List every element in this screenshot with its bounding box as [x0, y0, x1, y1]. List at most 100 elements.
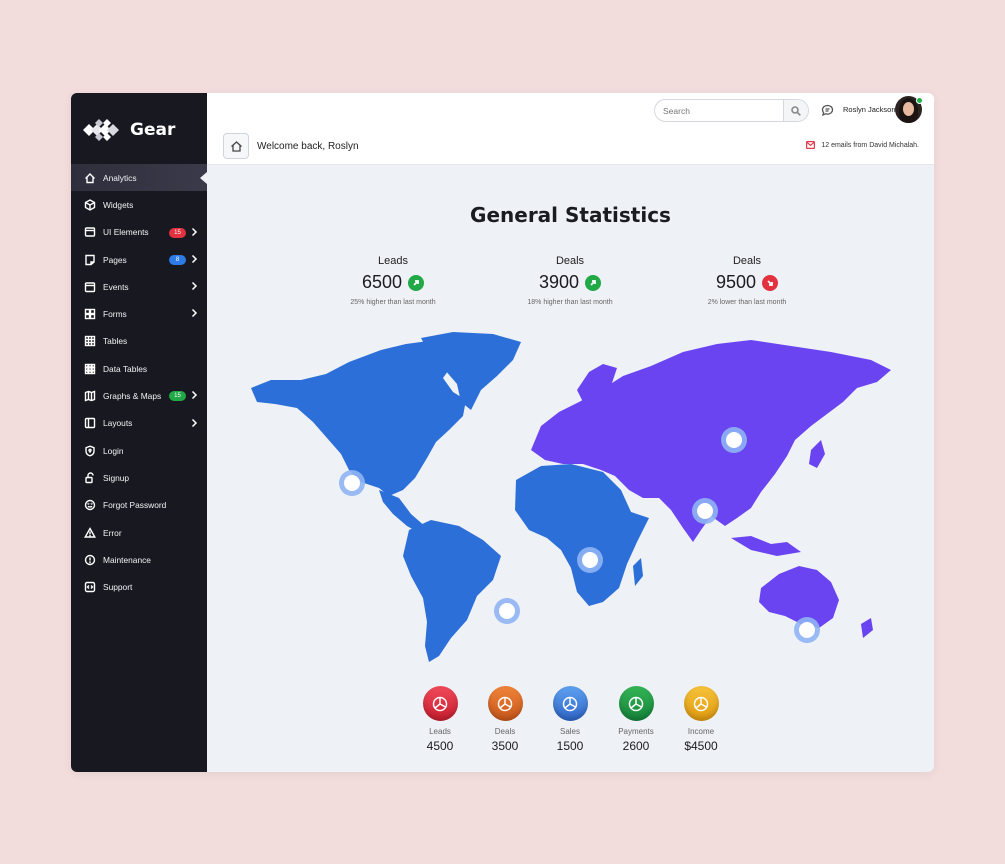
search-button[interactable]	[783, 100, 808, 121]
calendar-icon	[84, 281, 96, 293]
count-badge: 15	[169, 391, 186, 402]
sidebar-item-data-tables[interactable]: Data Tables	[71, 355, 207, 382]
user-name[interactable]: Roslyn Jackson	[843, 105, 896, 114]
map-marker[interactable]	[721, 427, 747, 453]
map-marker[interactable]	[794, 617, 820, 643]
sidebar-item-layouts[interactable]: Layouts	[71, 410, 207, 437]
layout-icon	[84, 226, 96, 238]
page-icon	[84, 254, 96, 266]
brand-logo[interactable]: Gear	[81, 115, 175, 145]
email-notification[interactable]: 12 emails from David Michalah.	[806, 141, 919, 149]
sidebar-item-maintenance[interactable]: Maintenance	[71, 546, 207, 573]
map-region-indonesia[interactable]	[731, 536, 801, 556]
map-region-new-zealand[interactable]	[861, 618, 873, 638]
home-button[interactable]	[223, 133, 249, 159]
sidebar-item-support[interactable]: Support	[71, 573, 207, 600]
sidebar-item-signup[interactable]: Signup	[71, 464, 207, 491]
pie-chart-icon	[422, 686, 458, 721]
sidebar-item-pages[interactable]: Pages 8	[71, 246, 207, 273]
chevron-right-icon	[190, 281, 198, 293]
trend-up-icon	[408, 274, 425, 291]
grid-icon	[84, 308, 96, 320]
stat-card: Leads 6500 25% higher than last month	[333, 255, 453, 306]
chevron-right-icon	[190, 418, 198, 430]
kpi-value: 3500	[491, 739, 519, 753]
home-icon	[84, 172, 96, 184]
kpi-label: Deals	[494, 727, 516, 736]
kpi-label: Sales	[559, 727, 580, 736]
trend-down-icon	[762, 274, 779, 291]
sidebar-item-error[interactable]: Error	[71, 519, 207, 546]
data-table-icon	[84, 363, 96, 375]
sidebar-item-label: Forms	[103, 309, 127, 320]
cube-icon	[84, 199, 96, 211]
map-marker[interactable]	[339, 470, 365, 496]
welcome-message: Welcome back, Roslyn	[257, 141, 359, 152]
page-title: General Statistics	[470, 203, 671, 227]
search-input[interactable]	[655, 100, 784, 121]
sidebar-item-label: Maintenance	[103, 554, 151, 565]
map-region-madagascar[interactable]	[633, 558, 643, 586]
sidebar-item-forms[interactable]: Forms	[71, 300, 207, 327]
stat-label: Deals	[555, 255, 585, 267]
trend-up-icon	[585, 274, 602, 291]
count-badge: 8	[169, 254, 186, 265]
map-marker[interactable]	[577, 547, 603, 573]
chevron-right-icon	[190, 390, 198, 402]
map-region-australia[interactable]	[759, 566, 839, 628]
code-icon	[84, 581, 96, 593]
map-marker[interactable]	[692, 498, 718, 524]
map-marker[interactable]	[494, 598, 520, 624]
kpi-leads[interactable]: Leads 4500	[410, 686, 470, 753]
kpi-value: 1500	[556, 739, 584, 753]
stat-note: 18% higher than last month	[527, 299, 613, 306]
online-status-dot	[916, 97, 923, 104]
pie-chart-icon	[552, 686, 588, 721]
email-notification-text: 12 emails from David Michalah.	[821, 141, 919, 149]
kpi-label: Leads	[429, 727, 451, 736]
sidebar-item-analytics[interactable]: Analytics	[71, 164, 207, 192]
sidebar-item-label: Signup	[103, 472, 130, 483]
chevron-right-icon	[190, 254, 198, 266]
stat-note: 25% higher than last month	[350, 299, 436, 306]
stat-label: Leads	[378, 255, 408, 267]
stat-value: 3900	[538, 272, 580, 292]
map-region-north-america[interactable]	[251, 340, 469, 496]
kpi-label: Payments	[618, 727, 654, 736]
sidebar-item-label: Tables	[103, 336, 128, 347]
stat-note: 2% lower than last month	[707, 299, 787, 306]
gear-logo-icon	[83, 119, 119, 141]
sidebar-item-label: Data Tables	[103, 363, 148, 374]
sidebar-item-events[interactable]: Events	[71, 273, 207, 300]
sidebar-item-label: Events	[103, 281, 129, 292]
sidebar-item-graphs-maps[interactable]: Graphs & Maps 15	[71, 382, 207, 409]
stat-value: 6500	[361, 272, 403, 292]
kpi-payments[interactable]: Payments 2600	[606, 686, 666, 753]
kpi-deals[interactable]: Deals 3500	[475, 686, 535, 753]
stat-label: Deals	[732, 255, 762, 267]
table-icon	[84, 335, 96, 347]
sidebar-item-label: Analytics	[103, 172, 137, 183]
shield-icon	[84, 445, 96, 457]
mail-icon	[806, 141, 816, 149]
sidebar-item-tables[interactable]: Tables	[71, 328, 207, 355]
map-region-japan[interactable]	[809, 440, 825, 468]
sidebar-item-label: Graphs & Maps	[103, 391, 162, 402]
sidebar-item-login[interactable]: Login	[71, 437, 207, 464]
count-badge: 15	[169, 227, 186, 238]
sidebar-item-widgets[interactable]: Widgets	[71, 191, 207, 218]
search-icon	[791, 105, 802, 116]
stat-card: Deals 9500 2% lower than last month	[687, 255, 807, 306]
kpi-sales[interactable]: Sales 1500	[540, 686, 600, 753]
smile-icon	[84, 499, 96, 511]
map-region-south-america[interactable]	[403, 520, 501, 662]
sidebar-item-label: Pages	[103, 254, 127, 265]
stat-value: 9500	[715, 272, 757, 292]
search-box	[654, 99, 809, 122]
sidebar-item-ui-elements[interactable]: UI Elements 15	[71, 219, 207, 246]
kpi-income[interactable]: Income $4500	[671, 686, 731, 753]
sidebar-item-label: UI Elements	[103, 227, 149, 238]
chat-icon[interactable]	[821, 104, 834, 117]
sidebar-item-forgot-password[interactable]: Forgot Password	[71, 492, 207, 519]
sidebar-item-label: Layouts	[103, 418, 133, 429]
